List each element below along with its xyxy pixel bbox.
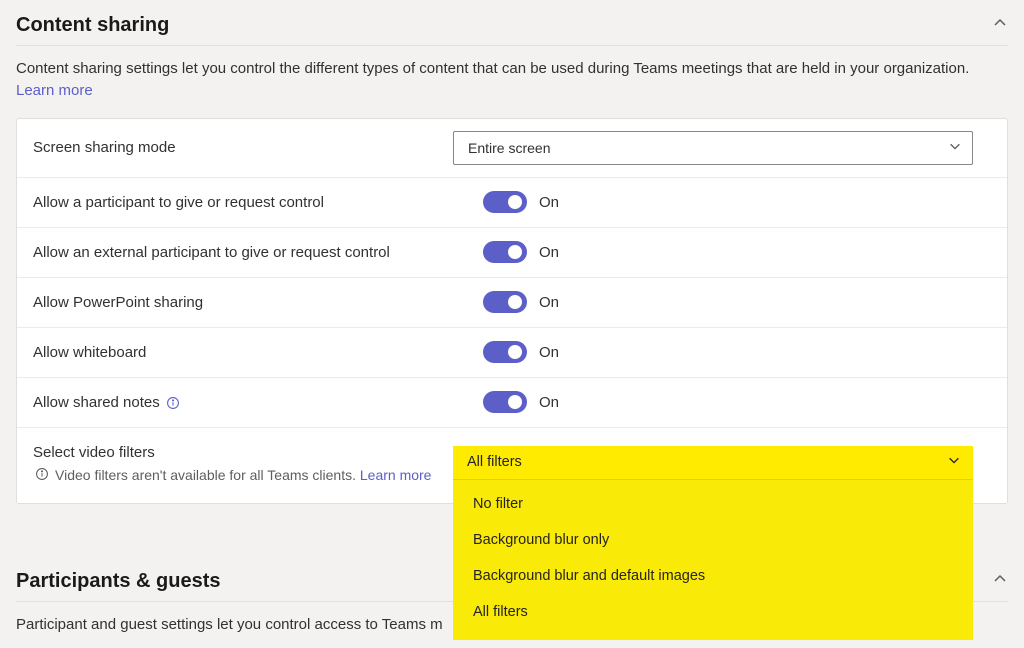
divider bbox=[16, 45, 1008, 46]
row-label-text: Select video filters bbox=[33, 444, 453, 461]
row-shared-notes: Allow shared notes On bbox=[17, 378, 1007, 428]
settings-panel: Screen sharing mode Entire screen Allow … bbox=[16, 118, 1008, 504]
row-hint-text: Video filters aren't available for all T… bbox=[55, 467, 360, 483]
learn-more-link[interactable]: Learn more bbox=[360, 467, 432, 483]
row-external-control: Allow an external participant to give or… bbox=[17, 228, 1007, 278]
section-desc-text: Content sharing settings let you control… bbox=[16, 60, 969, 77]
option-all-filters[interactable]: All filters bbox=[453, 594, 973, 630]
toggle-participant-control[interactable] bbox=[483, 191, 527, 213]
row-ppt-sharing: Allow PowerPoint sharing On bbox=[17, 278, 1007, 328]
video-filters-dropdown-wrap: All filters No filter Background blur on… bbox=[453, 446, 973, 640]
info-icon bbox=[35, 467, 49, 481]
toggle-state: On bbox=[539, 244, 559, 261]
option-background-blur-only[interactable]: Background blur only bbox=[453, 522, 973, 558]
section-title: Content sharing bbox=[16, 14, 169, 37]
row-label: Allow shared notes bbox=[33, 394, 453, 411]
chevron-down-icon bbox=[948, 139, 962, 156]
toggle-whiteboard[interactable] bbox=[483, 341, 527, 363]
toggle-state: On bbox=[539, 344, 559, 361]
row-hint: Video filters aren't available for all T… bbox=[33, 465, 453, 485]
chevron-up-icon bbox=[992, 571, 1008, 592]
row-label: Allow a participant to give or request c… bbox=[33, 194, 453, 211]
row-screen-sharing: Screen sharing mode Entire screen bbox=[17, 119, 1007, 178]
row-label: Allow an external participant to give or… bbox=[33, 244, 453, 261]
toggle-external-control[interactable] bbox=[483, 241, 527, 263]
row-label: Allow whiteboard bbox=[33, 344, 453, 361]
section-header-content-sharing[interactable]: Content sharing bbox=[8, 8, 1016, 45]
option-no-filter[interactable]: No filter bbox=[453, 486, 973, 522]
row-whiteboard: Allow whiteboard On bbox=[17, 328, 1007, 378]
row-label-group: Select video filters Video filters aren'… bbox=[33, 444, 453, 485]
section-description: Content sharing settings let you control… bbox=[8, 58, 1016, 106]
chevron-down-icon bbox=[947, 453, 961, 471]
video-filters-menu: No filter Background blur only Backgroun… bbox=[453, 480, 973, 640]
dropdown-value: All filters bbox=[467, 454, 522, 470]
screen-sharing-dropdown[interactable]: Entire screen bbox=[453, 131, 973, 165]
dropdown-value: Entire screen bbox=[468, 140, 550, 156]
row-label: Screen sharing mode bbox=[33, 139, 453, 156]
toggle-state: On bbox=[539, 194, 559, 211]
row-video-filters: Select video filters Video filters aren'… bbox=[17, 428, 1007, 503]
toggle-shared-notes[interactable] bbox=[483, 391, 527, 413]
toggle-state: On bbox=[539, 294, 559, 311]
row-label: Allow PowerPoint sharing bbox=[33, 294, 453, 311]
option-background-blur-and-default-images[interactable]: Background blur and default images bbox=[453, 558, 973, 594]
toggle-ppt-sharing[interactable] bbox=[483, 291, 527, 313]
info-icon[interactable] bbox=[166, 396, 180, 410]
row-participant-control: Allow a participant to give or request c… bbox=[17, 178, 1007, 228]
chevron-up-icon bbox=[992, 15, 1008, 36]
learn-more-link[interactable]: Learn more bbox=[16, 82, 93, 99]
row-label-text: Allow shared notes bbox=[33, 394, 160, 411]
video-filters-dropdown[interactable]: All filters bbox=[453, 446, 973, 480]
section-title: Participants & guests bbox=[16, 570, 221, 593]
toggle-state: On bbox=[539, 394, 559, 411]
